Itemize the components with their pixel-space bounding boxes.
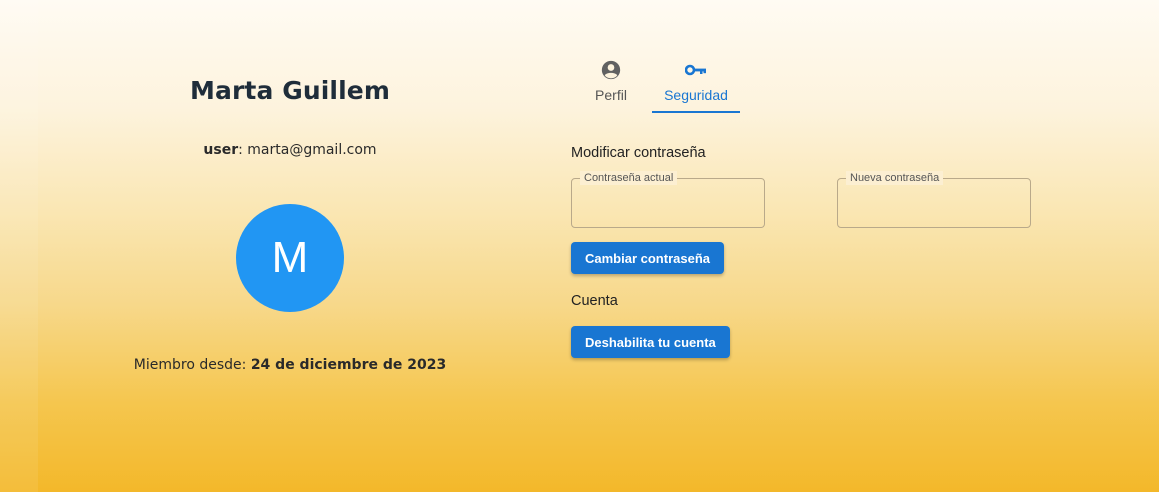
member-since-date: 24 de diciembre de 2023	[250, 357, 447, 373]
tab-seguridad-label: Seguridad	[664, 87, 728, 103]
disable-account-button[interactable]: Deshabilita tu cuenta	[571, 326, 730, 358]
account-title: Cuenta	[571, 293, 618, 309]
tab-seguridad[interactable]: Seguridad	[652, 56, 740, 113]
profile-user-line: user: marta@gmail.com	[140, 142, 440, 158]
avatar: M	[236, 204, 344, 312]
current-password-field[interactable]: Contraseña actual	[571, 171, 765, 228]
tab-bar: Perfil Seguridad	[581, 56, 740, 114]
avatar-initial: M	[271, 233, 309, 282]
key-icon	[684, 58, 708, 82]
new-password-input[interactable]	[838, 179, 1030, 227]
change-password-title: Modificar contraseña	[571, 145, 706, 161]
new-password-field[interactable]: Nueva contraseña	[837, 171, 1031, 228]
user-email: : marta@gmail.com	[238, 142, 377, 158]
account-circle-icon	[599, 58, 623, 82]
current-password-input[interactable]	[572, 179, 764, 227]
left-margin-strip	[0, 0, 38, 492]
change-password-button[interactable]: Cambiar contraseña	[571, 242, 724, 274]
user-label: user	[203, 142, 239, 158]
tab-perfil-label: Perfil	[595, 87, 627, 103]
member-since: Miembro desde: 24 de diciembre de 2023	[100, 357, 480, 373]
member-since-label: Miembro desde:	[133, 357, 251, 373]
profile-name: Marta Guillem	[190, 76, 390, 105]
tab-perfil[interactable]: Perfil	[581, 56, 641, 114]
